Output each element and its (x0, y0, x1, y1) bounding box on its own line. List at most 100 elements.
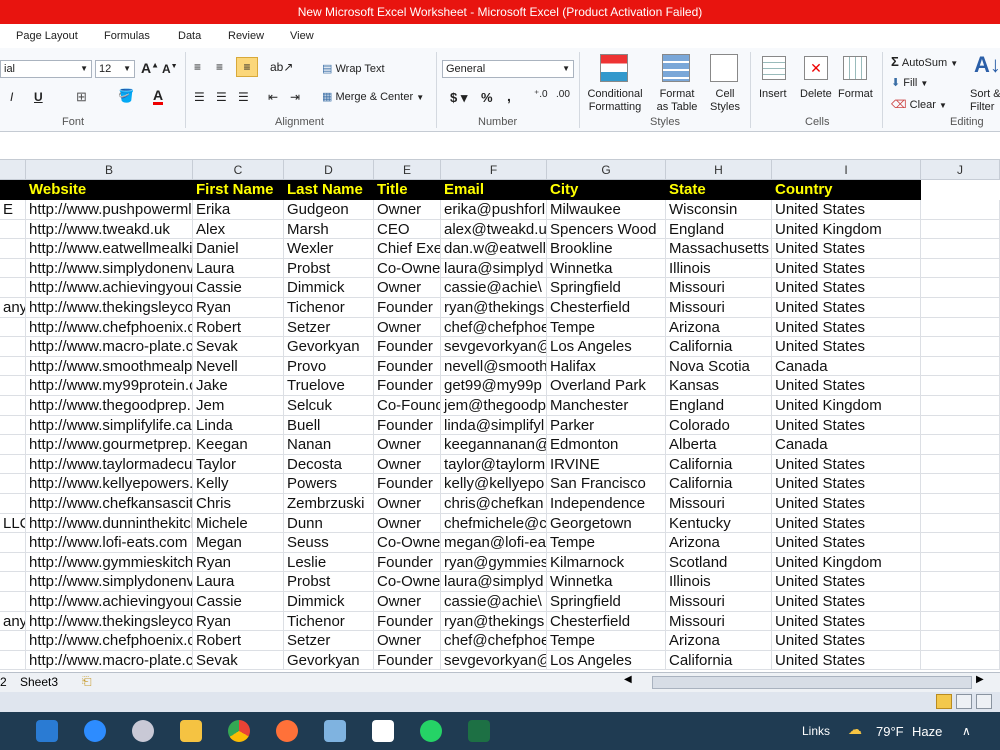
fill-button[interactable]: ⬇ Fill ▼ (891, 76, 928, 89)
increase-indent-icon[interactable]: ⇥ (290, 90, 300, 104)
cell-email[interactable]: dan.w@eatwell (441, 239, 547, 259)
cell-title[interactable]: Owner (374, 454, 441, 475)
cell-col-a[interactable] (0, 592, 26, 612)
cell-website[interactable]: http://www.smoothmealp (26, 356, 193, 377)
sheet-tab-2[interactable]: 2 (0, 675, 7, 689)
cell-first-name[interactable]: Robert (193, 631, 284, 651)
grow-font-icon[interactable]: A▲ (141, 60, 159, 76)
cell-col-a[interactable] (0, 494, 26, 514)
cell-state[interactable]: Kansas (666, 376, 772, 396)
cell-city[interactable]: Tempe (547, 317, 666, 338)
cell-title[interactable]: Co-Owne (374, 258, 441, 279)
cell-col-j[interactable] (921, 513, 1000, 534)
cell-city[interactable]: Manchester (547, 396, 666, 416)
cell-title[interactable]: Founder (374, 298, 441, 318)
excel-icon[interactable] (468, 720, 490, 742)
align-middle-icon[interactable]: ≡ (216, 60, 223, 74)
cell-city[interactable]: Independence (547, 494, 666, 514)
cell-city[interactable]: Tempe (547, 533, 666, 553)
cell-country[interactable]: United States (772, 200, 921, 220)
cell-state[interactable]: Illinois (666, 572, 772, 592)
cell-country[interactable]: Canada (772, 356, 921, 377)
cell-state[interactable]: Alberta (666, 435, 772, 455)
cell-city[interactable]: Los Angeles (547, 337, 666, 357)
number-format-box[interactable]: General ▼ (442, 60, 574, 78)
cell-col-j[interactable] (921, 219, 1000, 240)
cell-title[interactable]: Owner (374, 631, 441, 651)
conditional-formatting-button[interactable]: Conditional (584, 88, 646, 100)
cell-country[interactable]: United States (772, 513, 921, 534)
cell-state[interactable]: Colorado (666, 415, 772, 436)
cell-last-name[interactable]: Buell (284, 415, 374, 436)
column-header-c[interactable]: C (193, 160, 284, 180)
cell-city[interactable]: Brookline (547, 239, 666, 259)
cell-state[interactable]: California (666, 337, 772, 357)
cell-last-name[interactable]: Setzer (284, 317, 374, 338)
font-size-box[interactable]: 12 ▼ (95, 60, 135, 78)
cell-col-j[interactable] (921, 415, 1000, 436)
cell-first-name[interactable]: Taylor (193, 454, 284, 475)
cell-country[interactable]: United States (772, 592, 921, 612)
cell-website[interactable]: http://www.macro-plate.c (26, 337, 193, 357)
cell-col-j[interactable] (921, 278, 1000, 298)
cell-country[interactable]: United States (772, 278, 921, 298)
cell-first-name[interactable]: Sevak (193, 337, 284, 357)
cell-country[interactable]: United States (772, 631, 921, 651)
cell-first-name[interactable]: Megan (193, 533, 284, 553)
column-header-i[interactable]: I (772, 160, 921, 180)
cell-last-name[interactable]: Dimmick (284, 592, 374, 612)
cell-country[interactable]: United States (772, 611, 921, 632)
links-label[interactable]: Links (802, 724, 830, 738)
cell-title[interactable]: Founder (374, 474, 441, 494)
header-title[interactable]: Title (374, 180, 441, 200)
cell-email[interactable]: chefmichele@c (441, 513, 547, 534)
cell-col-a[interactable] (0, 454, 26, 475)
align-bottom-icon[interactable]: ≡ (236, 57, 258, 77)
worksheet-grid[interactable]: Website First Name Last Name Title Email… (0, 180, 1000, 672)
document-icon[interactable] (372, 720, 394, 742)
cell-title[interactable]: Owner (374, 435, 441, 455)
menu-page-layout[interactable]: Page Layout (16, 30, 78, 42)
cell-email[interactable]: sevgevorkyan@ (441, 650, 547, 671)
cell-last-name[interactable]: Leslie (284, 552, 374, 573)
cell-country[interactable]: United States (772, 533, 921, 553)
chevron-up-icon[interactable]: ∧ (962, 724, 971, 738)
cell-col-a[interactable] (0, 337, 26, 357)
decrease-indent-icon[interactable]: ⇤ (268, 90, 278, 104)
cell-last-name[interactable]: Gudgeon (284, 200, 374, 220)
cell-state[interactable]: Missouri (666, 611, 772, 632)
cell-city[interactable]: San Francisco (547, 474, 666, 494)
cell-state[interactable]: Nova Scotia (666, 356, 772, 377)
column-header-j[interactable]: J (921, 160, 1000, 180)
cell-col-j[interactable] (921, 356, 1000, 377)
cell-website[interactable]: http://www.thekingsleyco (26, 298, 193, 318)
cell-city[interactable]: Milwaukee (547, 200, 666, 220)
cell-col-a[interactable] (0, 239, 26, 259)
cell-country[interactable]: United States (772, 474, 921, 494)
cell-website[interactable]: http://www.dunninthekitcl (26, 513, 193, 534)
format-button[interactable]: Format (838, 88, 873, 100)
comma-icon[interactable]: , (507, 88, 511, 104)
cell-col-a[interactable] (0, 278, 26, 298)
cell-col-j[interactable] (921, 631, 1000, 651)
cell-email[interactable]: chef@chefphoe (441, 631, 547, 651)
cell-website[interactable]: http://www.achievingyour (26, 592, 193, 612)
cell-country[interactable]: United States (772, 454, 921, 475)
merge-center-button[interactable]: ▦ Merge & Center ▼ (322, 90, 424, 103)
cell-email[interactable]: taylor@taylorm (441, 454, 547, 475)
cell-website[interactable]: http://www.chefphoenix.c (26, 317, 193, 338)
cell-city[interactable]: Edmonton (547, 435, 666, 455)
cell-email[interactable]: cassie@achie\ (441, 592, 547, 612)
cell-country[interactable]: United Kingdom (772, 219, 921, 240)
cell-city[interactable]: Chesterfield (547, 611, 666, 632)
cell-country[interactable]: United Kingdom (772, 396, 921, 416)
scroll-left-icon[interactable]: ◀ (624, 674, 632, 685)
cell-title[interactable]: Owner (374, 592, 441, 612)
cell-website[interactable]: http://www.my99protein.c (26, 376, 193, 396)
border-icon[interactable]: ⊞ (76, 89, 87, 105)
cell-col-a[interactable] (0, 219, 26, 240)
cell-country[interactable]: United States (772, 494, 921, 514)
chrome-icon[interactable] (228, 720, 250, 742)
weather-temp[interactable]: 79°F (876, 724, 904, 739)
cell-col-a[interactable]: E (0, 200, 26, 220)
